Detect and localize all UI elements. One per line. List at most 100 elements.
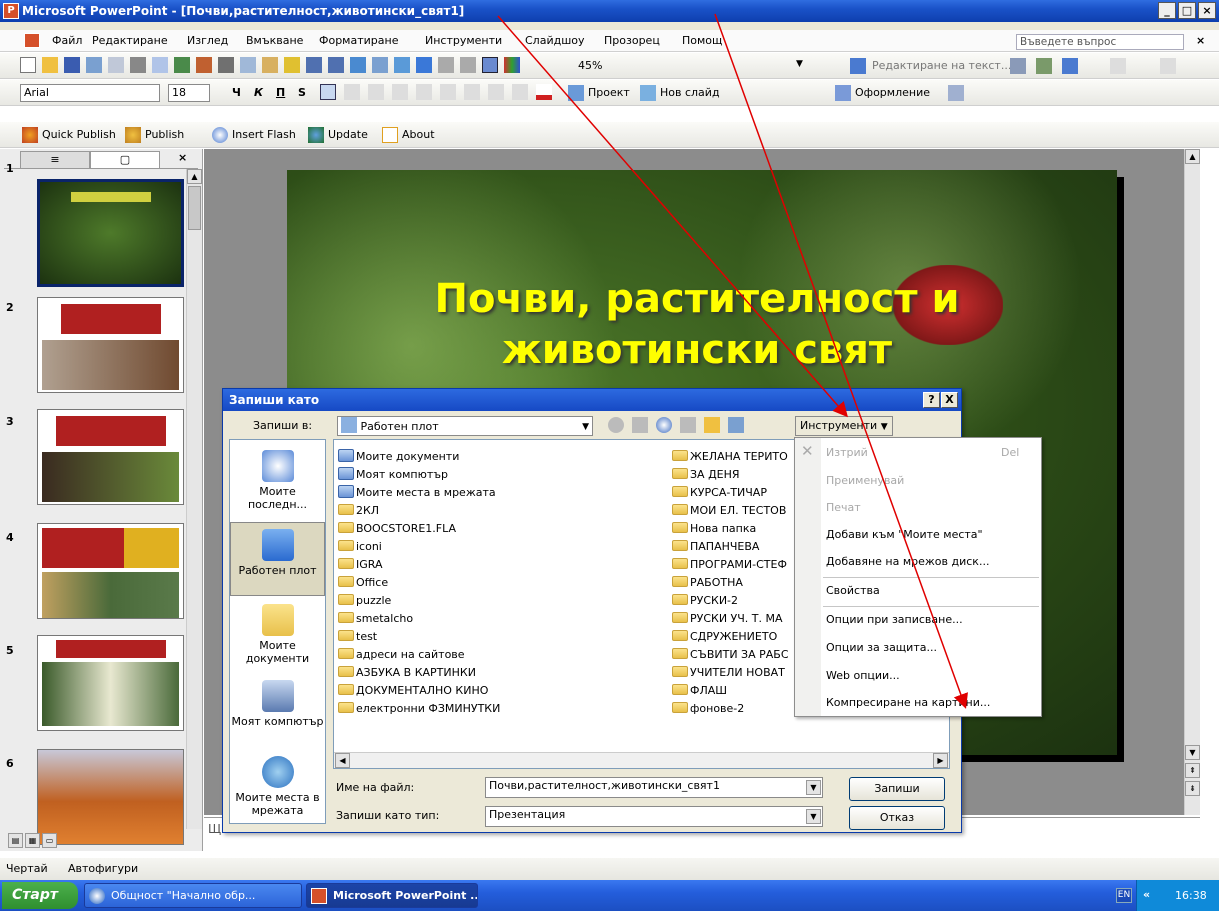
- draw-menu[interactable]: Чертай: [6, 862, 48, 875]
- print-icon[interactable]: [130, 57, 146, 73]
- delete-icon[interactable]: [680, 417, 696, 433]
- tab-outline[interactable]: ≡: [20, 151, 90, 169]
- cut-icon[interactable]: [218, 57, 234, 73]
- insert-flash-button[interactable]: Insert Flash: [232, 128, 296, 141]
- filename-dropdown-icon[interactable]: ▼: [806, 780, 821, 795]
- menu-edit[interactable]: Редактиране: [92, 34, 168, 47]
- decrease-font-icon[interactable]: [464, 84, 480, 100]
- tray-expand-icon[interactable]: «: [1143, 888, 1150, 901]
- menu-add-to-places[interactable]: Добави към "Моите места": [826, 528, 983, 541]
- language-indicator[interactable]: EN: [1116, 888, 1132, 903]
- menu-compress-pictures[interactable]: Компресиране на картини...: [826, 696, 990, 709]
- file-item[interactable]: електронни ФЗМИНУТКИ: [338, 700, 500, 717]
- update-button[interactable]: Update: [328, 128, 368, 141]
- font-size-select[interactable]: 18: [168, 84, 210, 102]
- slideshow-view-icon[interactable]: ▭: [42, 833, 57, 848]
- about-button[interactable]: About: [402, 128, 435, 141]
- quick-publish-icon[interactable]: [22, 127, 38, 143]
- file-item[interactable]: smetalcho: [338, 610, 413, 627]
- slide-title-line2[interactable]: животински свят: [347, 324, 1047, 376]
- show-formatting-icon[interactable]: [460, 57, 476, 73]
- open-icon[interactable]: [42, 57, 58, 73]
- maximize-button[interactable]: □: [1178, 2, 1196, 19]
- slide-thumbnail-4[interactable]: [37, 523, 184, 619]
- dialog-close-button[interactable]: X: [941, 392, 958, 408]
- file-item[interactable]: ЖЕЛАНА ТЕРИТО: [672, 448, 788, 465]
- bold-button[interactable]: Ч: [232, 86, 241, 99]
- new-icon[interactable]: [20, 57, 36, 73]
- file-item[interactable]: УЧИТЕЛИ НОВАТ: [672, 664, 785, 681]
- menu-view[interactable]: Изглед: [187, 34, 228, 47]
- font-color-icon[interactable]: [536, 84, 552, 100]
- file-item[interactable]: ДОКУМЕНТАЛНО КИНО: [338, 682, 488, 699]
- align-right-icon[interactable]: [368, 84, 384, 100]
- file-item[interactable]: адреси на сайтове: [338, 646, 465, 663]
- document-icon[interactable]: [24, 33, 40, 48]
- slide-scroll-up-icon[interactable]: ▲: [1185, 149, 1200, 164]
- new-slide-button[interactable]: Нов слайд: [660, 86, 720, 99]
- edit-text-label[interactable]: Редактиране на текст...: [872, 59, 1011, 72]
- grid-icon[interactable]: [482, 57, 498, 73]
- filename-input[interactable]: Почви,растителност,животински_свят1: [485, 777, 823, 798]
- new-slide-icon[interactable]: [640, 85, 656, 101]
- redo-icon[interactable]: [328, 57, 344, 73]
- menu-format[interactable]: Форматиране: [319, 34, 398, 47]
- hscroll-left-icon[interactable]: ◀: [335, 753, 350, 768]
- quick-publish-button[interactable]: Quick Publish: [42, 128, 116, 141]
- underline-button[interactable]: П: [276, 86, 285, 99]
- tools-dropdown-button[interactable]: Инструменти ▼: [795, 416, 893, 436]
- file-item[interactable]: РУСКИ УЧ. Т. МА: [672, 610, 783, 627]
- menu-rename[interactable]: Преименувай: [826, 474, 904, 487]
- panel-close-icon[interactable]: ×: [178, 151, 187, 164]
- menu-help[interactable]: Помощ: [682, 34, 722, 47]
- increase-indent-icon[interactable]: [512, 84, 528, 100]
- bullets-icon[interactable]: [416, 84, 432, 100]
- thumbnails-scrollbar[interactable]: ▲: [186, 169, 202, 829]
- layout-button[interactable]: Оформление: [855, 86, 930, 99]
- slide-thumbnail-2[interactable]: [37, 297, 184, 393]
- menu-security-options[interactable]: Опции за защита...: [826, 641, 937, 654]
- shadow-button[interactable]: S: [298, 86, 306, 99]
- insert-flash-icon[interactable]: [212, 127, 228, 143]
- slide-design-icon[interactable]: [850, 58, 866, 74]
- decrease-indent-icon[interactable]: [488, 84, 504, 100]
- slide-title-line1[interactable]: Почви, растителност и: [347, 273, 1047, 325]
- new-folder-icon[interactable]: [704, 417, 720, 433]
- menu-file[interactable]: Файл: [52, 34, 82, 47]
- file-item[interactable]: АЗБУКА В КАРТИНКИ: [338, 664, 476, 681]
- hscroll-right-icon[interactable]: ▶: [933, 753, 948, 768]
- place-computer[interactable]: Моят компютър: [230, 674, 325, 748]
- place-recent[interactable]: Моите последн...: [230, 444, 325, 518]
- task-browser[interactable]: Общност "Начално обр...: [84, 883, 302, 908]
- file-item[interactable]: iconi: [338, 538, 382, 555]
- task-powerpoint[interactable]: Microsoft PowerPoint ...: [306, 883, 478, 908]
- research-icon[interactable]: [196, 57, 212, 73]
- file-item[interactable]: МОИ ЕЛ. ТЕСТОВ: [672, 502, 786, 519]
- menu-properties[interactable]: Свойства: [826, 584, 880, 597]
- scroll-up-icon[interactable]: ▲: [187, 169, 202, 184]
- insert-table-icon[interactable]: [372, 57, 388, 73]
- place-documents[interactable]: Моите документи: [230, 598, 325, 672]
- dialog-help-button[interactable]: ?: [923, 392, 940, 408]
- up-folder-icon[interactable]: [632, 417, 648, 433]
- place-desktop[interactable]: Работен плот: [230, 522, 325, 596]
- slide-scroll-down-icon[interactable]: ▼: [1185, 745, 1200, 760]
- file-item[interactable]: ПРОГРАМИ-СТЕФ: [672, 556, 787, 573]
- slide-thumbnail-1[interactable]: [37, 179, 184, 287]
- save-in-select[interactable]: Работен плот ▼: [337, 416, 593, 436]
- copy-icon[interactable]: [240, 57, 256, 73]
- file-item[interactable]: РАБОТНА: [672, 574, 743, 591]
- back-icon[interactable]: [608, 417, 624, 433]
- italic-button[interactable]: К: [254, 86, 263, 99]
- views-icon[interactable]: [728, 417, 744, 433]
- align-center-icon[interactable]: [344, 84, 360, 100]
- file-item[interactable]: Моите места в мрежата: [338, 484, 496, 501]
- hyperlink-icon[interactable]: [416, 57, 432, 73]
- file-item[interactable]: IGRA: [338, 556, 383, 573]
- update-icon[interactable]: [308, 127, 324, 143]
- menu-save-options[interactable]: Опции при записване...: [826, 613, 963, 626]
- file-item[interactable]: СДРУЖЕНИЕТО: [672, 628, 777, 645]
- insert-chart-icon[interactable]: [350, 57, 366, 73]
- text-direction-icon[interactable]: [1110, 58, 1126, 74]
- about-icon[interactable]: [382, 127, 398, 143]
